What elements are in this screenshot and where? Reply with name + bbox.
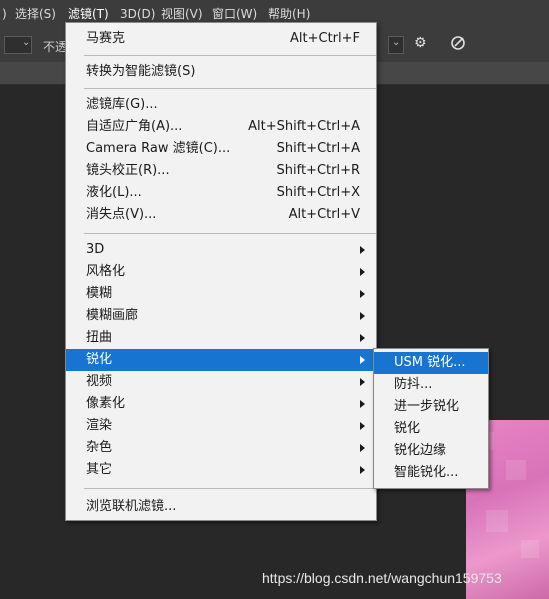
menu-item-shortcut: Alt+Ctrl+V	[288, 207, 360, 222]
menu-item-other[interactable]: 其它	[66, 459, 376, 481]
submenu-arrow-icon	[360, 422, 365, 430]
menu-item-shortcut: Shift+Ctrl+R	[276, 163, 361, 178]
menu-separator	[84, 88, 376, 89]
menu-item-pixelate[interactable]: 像素化	[66, 393, 376, 415]
submenu-arrow-icon	[360, 268, 365, 276]
menu-item-shortcut: Alt+Shift+Ctrl+A	[248, 119, 360, 134]
menu-item-adaptive-wide-angle[interactable]: 自适应广角(A)... Alt+Shift+Ctrl+A	[66, 116, 376, 138]
submenu-arrow-icon	[360, 378, 365, 386]
menu-item-render[interactable]: 渲染	[66, 415, 376, 437]
submenu-item-sharpen[interactable]: 锐化	[374, 418, 488, 440]
menu-item-label: 模糊画廊	[86, 308, 139, 323]
submenu-arrow-icon	[360, 246, 365, 254]
menu-item-lens-correction[interactable]: 镜头校正(R)... Shift+Ctrl+R	[66, 160, 376, 182]
menu-item-label: 浏览联机滤镜...	[86, 499, 177, 514]
menu-item-label: 液化(L)...	[86, 185, 142, 200]
menu-item-label: 风格化	[86, 264, 126, 279]
submenu-item-shake-reduction[interactable]: 防抖...	[374, 374, 488, 396]
menu-item-3d[interactable]: 3D(D)	[120, 6, 155, 23]
submenu-item-label: 锐化边缘	[394, 443, 447, 458]
submenu-arrow-icon	[360, 334, 365, 342]
menu-separator	[84, 55, 376, 56]
chevron-down-icon[interactable]: ⌄	[22, 37, 30, 48]
menu-item-vanishing-point[interactable]: 消失点(V)... Alt+Ctrl+V	[66, 204, 376, 226]
submenu-arrow-icon	[360, 466, 365, 474]
submenu-arrow-icon	[360, 400, 365, 408]
menu-item-label: 像素化	[86, 396, 126, 411]
submenu-item-smart-sharpen[interactable]: 智能锐化...	[374, 462, 488, 484]
submenu-item-label: 进一步锐化	[394, 399, 460, 414]
menu-item-label: 视频	[86, 374, 113, 389]
submenu-item-sharpen-more[interactable]: 进一步锐化	[374, 396, 488, 418]
submenu-item-label: USM 锐化...	[394, 355, 466, 370]
menu-item-label: 转换为智能滤镜(S)	[86, 64, 196, 79]
menu-item-label: 其它	[86, 462, 113, 477]
menu-item-blur-gallery[interactable]: 模糊画廊	[66, 305, 376, 327]
submenu-item-label: 智能锐化...	[394, 465, 459, 480]
menu-item-partial[interactable]: )	[2, 6, 7, 23]
menu-item-label: 消失点(V)...	[86, 207, 157, 222]
submenu-item-label: 锐化	[394, 421, 421, 436]
gear-icon[interactable]: ⚙	[414, 35, 427, 51]
menu-item-convert-smart-filter[interactable]: 转换为智能滤镜(S)	[66, 61, 376, 83]
menu-item-label: 锐化	[86, 352, 113, 367]
menu-item-browse-online-filters[interactable]: 浏览联机滤镜...	[66, 496, 376, 518]
menu-item-noise[interactable]: 杂色	[66, 437, 376, 459]
menu-item-video[interactable]: 视频	[66, 371, 376, 393]
menu-item-view[interactable]: 视图(V)	[161, 6, 203, 23]
chevron-down-icon[interactable]: ⌄	[392, 37, 400, 48]
filter-menu: 马赛克 Alt+Ctrl+F 转换为智能滤镜(S) 滤镜库(G)... 自适应广…	[65, 22, 377, 521]
menu-item-filter[interactable]: 滤镜(T)	[68, 6, 109, 23]
submenu-arrow-icon	[360, 444, 365, 452]
menu-item-label: 杂色	[86, 440, 113, 455]
menu-separator	[84, 488, 376, 489]
menu-item-window[interactable]: 窗口(W)	[212, 6, 257, 23]
menu-item-label: 3D	[86, 242, 105, 257]
menu-item-liquify[interactable]: 液化(L)... Shift+Ctrl+X	[66, 182, 376, 204]
submenu-arrow-icon	[360, 356, 365, 364]
menu-item-label: 模糊	[86, 286, 113, 301]
submenu-arrow-icon	[360, 312, 365, 320]
menu-item-last-filter[interactable]: 马赛克 Alt+Ctrl+F	[66, 28, 376, 50]
menu-item-camera-raw[interactable]: Camera Raw 滤镜(C)... Shift+Ctrl+A	[66, 138, 376, 160]
menu-item-label: 滤镜库(G)...	[86, 97, 158, 112]
menu-item-label: Camera Raw 滤镜(C)...	[86, 141, 231, 156]
menu-item-distort[interactable]: 扭曲	[66, 327, 376, 349]
menu-item-shortcut: Alt+Ctrl+F	[290, 31, 360, 46]
menu-item-label: 马赛克	[86, 31, 126, 46]
pressure-icon[interactable]	[448, 33, 468, 53]
menu-item-blur[interactable]: 模糊	[66, 283, 376, 305]
submenu-item-label: 防抖...	[394, 377, 433, 392]
menu-item-filter-gallery[interactable]: 滤镜库(G)...	[66, 94, 376, 116]
menu-item-shortcut: Shift+Ctrl+A	[276, 141, 360, 156]
menu-item-label: 自适应广角(A)...	[86, 119, 183, 134]
menu-separator	[84, 233, 376, 234]
watermark-text: https://blog.csdn.net/wangchun159753	[262, 570, 502, 586]
menu-item-3d[interactable]: 3D	[66, 239, 376, 261]
opacity-label: 不透	[43, 40, 68, 54]
menu-item-shortcut: Shift+Ctrl+X	[276, 185, 360, 200]
submenu-arrow-icon	[360, 290, 365, 298]
sharpen-submenu: USM 锐化... 防抖... 进一步锐化 锐化 锐化边缘 智能锐化...	[373, 348, 489, 489]
submenu-item-unsharp-mask[interactable]: USM 锐化...	[374, 352, 488, 374]
menu-item-select[interactable]: 选择(S)	[15, 6, 56, 23]
menu-item-label: 镜头校正(R)...	[86, 163, 170, 178]
menu-item-label: 扭曲	[86, 330, 113, 345]
submenu-item-sharpen-edges[interactable]: 锐化边缘	[374, 440, 488, 462]
menu-item-help[interactable]: 帮助(H)	[268, 6, 310, 23]
menu-item-label: 渲染	[86, 418, 113, 433]
menu-item-sharpen[interactable]: 锐化	[66, 349, 376, 371]
menu-item-stylize[interactable]: 风格化	[66, 261, 376, 283]
